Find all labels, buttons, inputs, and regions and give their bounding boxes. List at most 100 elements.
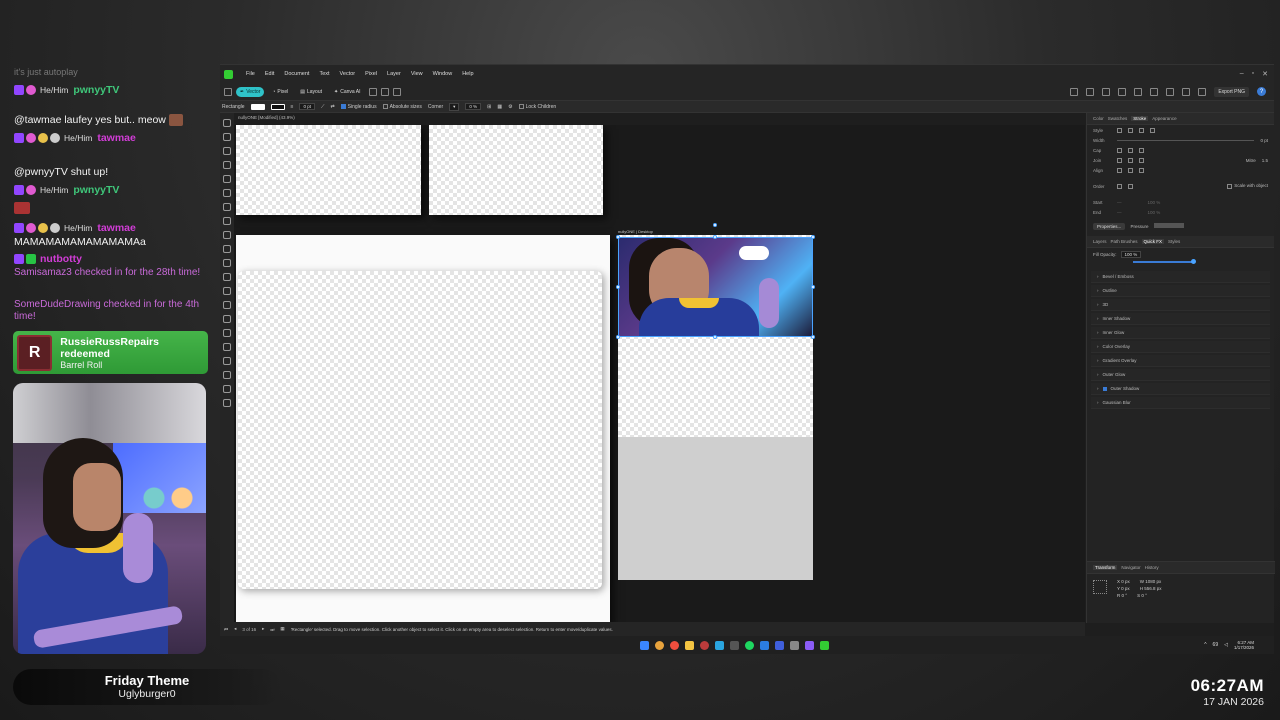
picture-frame-tool-icon[interactable] <box>223 301 231 309</box>
code-icon[interactable] <box>775 640 784 650</box>
chrome-icon[interactable] <box>655 640 664 650</box>
menu-pixel[interactable]: Pixel <box>360 71 382 77</box>
width-slider[interactable] <box>1117 139 1255 141</box>
rotation-handle[interactable] <box>713 223 717 227</box>
dashed-stroke-icon[interactable] <box>1139 127 1144 133</box>
menu-view[interactable]: View <box>406 71 428 77</box>
align-center-icon[interactable] <box>1117 167 1122 173</box>
expand-chevron-icon[interactable]: › <box>1097 316 1099 321</box>
persona-logo-icon[interactable] <box>224 87 232 96</box>
selection-handle[interactable] <box>811 235 815 239</box>
last-page-icon[interactable]: ⏭ <box>270 627 274 632</box>
menu-text[interactable]: Text <box>314 71 334 77</box>
selection-handle[interactable] <box>713 235 717 239</box>
start-arrow-icon[interactable]: — <box>1117 200 1122 205</box>
snapping-icon[interactable] <box>1182 87 1191 96</box>
start-menu-icon[interactable] <box>640 640 649 650</box>
single-radius-option[interactable]: Single radius <box>340 104 377 110</box>
persona-vector-button[interactable]: ✒ Vector <box>236 86 265 97</box>
tab-stroke[interactable]: Stroke <box>1131 116 1149 121</box>
lock-children-option[interactable]: Lock Children <box>518 104 556 110</box>
ellipse-tool-icon[interactable] <box>223 259 231 267</box>
vector-app-icon[interactable] <box>730 640 739 650</box>
quick-fx-item[interactable]: › Inner Shadow <box>1091 313 1270 325</box>
quick-fx-item[interactable]: › Outer Glow <box>1091 369 1270 381</box>
persona-layout-button[interactable]: ▤ Layout <box>296 87 326 97</box>
tab-navigator[interactable]: Navigator <box>1121 565 1140 570</box>
next-page-icon[interactable]: ▸ <box>262 626 264 632</box>
point-transform-tool-icon[interactable] <box>223 161 231 169</box>
color-picker-icon[interactable] <box>223 399 231 407</box>
zoom-tool-icon[interactable] <box>223 385 231 393</box>
arrange-icon[interactable] <box>1166 87 1175 96</box>
quick-fx-item[interactable]: › Inner Glow <box>1091 327 1270 339</box>
chevron-up-icon[interactable]: ^ <box>1204 642 1206 648</box>
scale-with-object-checkbox[interactable] <box>1227 183 1233 189</box>
brush-tool-icon[interactable] <box>223 217 231 225</box>
menu-window[interactable]: Window <box>428 71 458 77</box>
menu-file[interactable]: File <box>241 71 260 77</box>
boolean-subtract-icon[interactable] <box>1086 87 1095 96</box>
corner-type-icon[interactable]: ⇄ <box>330 104 334 110</box>
persona-canva-ai-button[interactable]: ✦ Canva AI <box>330 87 365 97</box>
stroke-style-icon[interactable]: ≡ <box>291 104 294 110</box>
pen-tool-icon[interactable] <box>223 189 231 197</box>
tab-appearance[interactable]: Appearance <box>1152 116 1176 121</box>
knife-tool-icon[interactable] <box>223 343 231 351</box>
stroke-width-field[interactable]: 0 pt <box>299 103 315 110</box>
slider-knob[interactable] <box>1191 259 1196 264</box>
persona-pixel-button[interactable]: ◔ Pixel <box>268 87 292 97</box>
selection-handle[interactable] <box>713 335 717 339</box>
menu-edit[interactable]: Edit <box>260 71 279 77</box>
volume-icon[interactable]: ◁ <box>1224 642 1228 648</box>
rectangle-shape[interactable] <box>238 271 602 589</box>
help-icon[interactable]: ? <box>1257 87 1266 96</box>
chat-username[interactable]: tawmae <box>97 222 136 234</box>
text-tool-icon[interactable] <box>223 273 231 281</box>
discord-icon[interactable] <box>805 640 814 650</box>
anchor-selector[interactable] <box>1093 580 1107 594</box>
properties-button[interactable]: Properties... <box>1093 223 1126 230</box>
slice-tool-icon[interactable] <box>223 315 231 323</box>
x-field[interactable]: X 0 px <box>1117 579 1130 584</box>
no-stroke-icon[interactable] <box>1117 127 1122 133</box>
quick-fx-item[interactable]: › Outline <box>1091 285 1270 297</box>
fill-swatch[interactable] <box>250 103 265 110</box>
tab-quick-fx[interactable]: Quick FX <box>1141 239 1165 244</box>
spotify-icon[interactable] <box>745 640 754 650</box>
rotation-field[interactable]: R 0 ° <box>1117 593 1127 598</box>
fill-opacity-slider[interactable] <box>1133 259 1196 264</box>
absolute-sizes-option[interactable]: Absolute sizes <box>382 104 422 110</box>
shear-field[interactable]: S 0 ° <box>1137 593 1147 598</box>
link-icon[interactable] <box>380 87 389 96</box>
solid-stroke-icon[interactable] <box>1128 127 1133 133</box>
more-icon[interactable] <box>368 87 377 96</box>
chat-username[interactable]: pwnyyTV <box>73 184 119 196</box>
move-tool-icon[interactable] <box>223 119 231 127</box>
settings-gear-icon[interactable]: ⚙ <box>508 104 512 110</box>
selection-handle[interactable] <box>616 335 620 339</box>
maximize-icon[interactable]: ▫ <box>1252 70 1254 78</box>
menu-vector[interactable]: Vector <box>335 71 361 77</box>
start-scale-value[interactable]: 100 % <box>1148 200 1161 205</box>
contour-tool-icon[interactable] <box>223 175 231 183</box>
tab-styles[interactable]: Styles <box>1168 239 1180 244</box>
insert-icon[interactable] <box>1198 87 1207 96</box>
miter-join-icon[interactable] <box>1117 157 1122 163</box>
expand-chevron-icon[interactable]: › <box>1097 358 1099 363</box>
brush-stroke-icon[interactable] <box>1150 127 1155 133</box>
butt-cap-icon[interactable] <box>1117 147 1122 153</box>
minimize-icon[interactable]: – <box>1240 70 1244 78</box>
align-inside-icon[interactable] <box>1128 167 1133 173</box>
pressure-graph[interactable] <box>1153 223 1184 228</box>
end-scale-value[interactable]: 100 % <box>1148 210 1161 215</box>
tab-transform[interactable]: Transform <box>1093 565 1118 570</box>
fx-enable-checkbox[interactable] <box>1102 386 1107 391</box>
selected-image-object[interactable] <box>618 237 813 337</box>
expand-chevron-icon[interactable]: › <box>1097 330 1099 335</box>
artboard[interactable] <box>236 125 421 215</box>
chat-username[interactable]: pwnyyTV <box>73 84 119 96</box>
selection-handle[interactable] <box>616 235 620 239</box>
selection-handle[interactable] <box>616 285 620 289</box>
game-icon[interactable] <box>790 640 799 650</box>
